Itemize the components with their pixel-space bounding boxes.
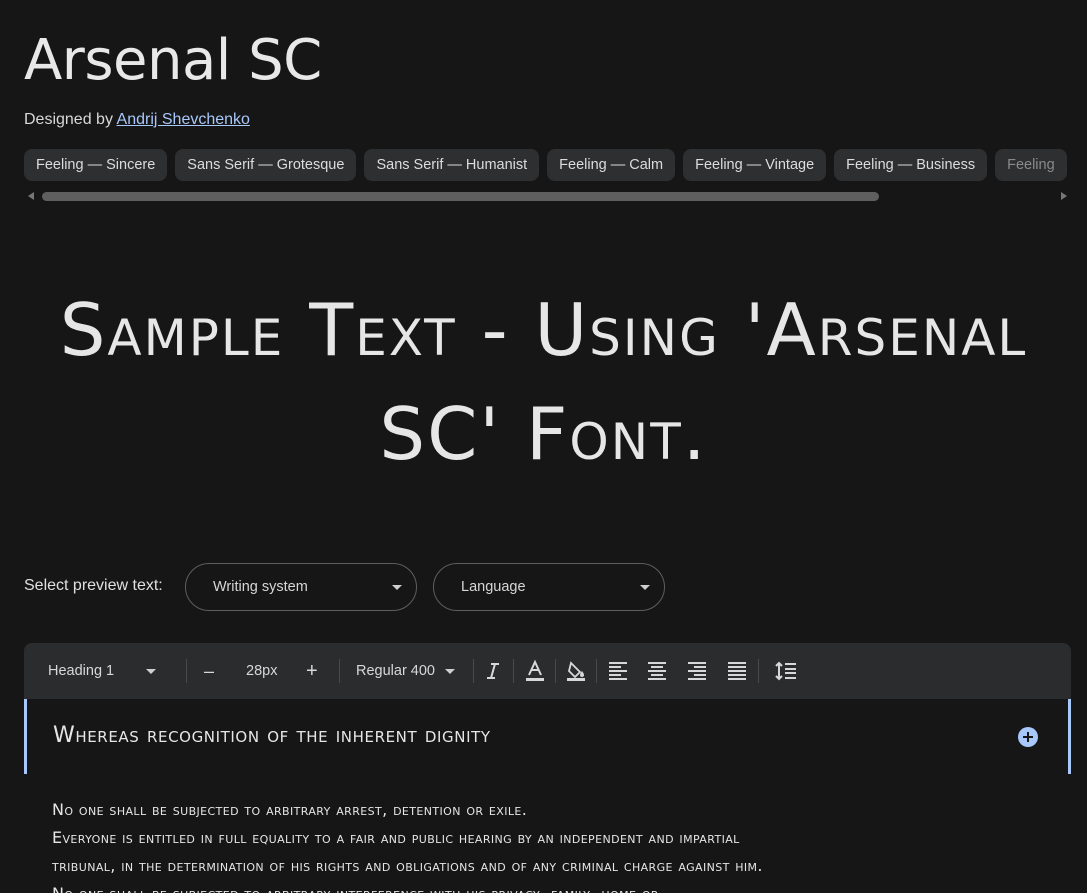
body-line: Everyone is entitled in full equality to… (52, 828, 740, 847)
chevron-down-icon (445, 668, 456, 674)
tag-chip[interactable]: Feeling (995, 149, 1067, 181)
toolbar-divider (339, 659, 340, 683)
scroll-left-arrow-icon[interactable] (28, 192, 34, 200)
language-value: Language (461, 579, 526, 595)
align-justify-icon[interactable] (725, 659, 749, 683)
tag-chip[interactable]: Sans Serif — Humanist (364, 149, 540, 181)
weight-value: Regular 400 (356, 663, 435, 679)
style-dropdown[interactable]: Heading 1 (48, 643, 157, 699)
line-height-icon[interactable] (774, 659, 798, 683)
writing-system-select[interactable]: Writing system (185, 563, 417, 611)
tag-chip[interactable]: Feeling — Sincere (24, 149, 168, 181)
font-size-value[interactable]: 28px (246, 643, 277, 699)
toolbar-divider (473, 659, 474, 683)
designer-line: Designed by Andrij Shevchenko (24, 111, 250, 129)
chevron-down-icon (640, 585, 650, 590)
toolbar-divider (186, 659, 187, 683)
editor-body-text[interactable]: No one shall be subjected to arbitrary a… (52, 796, 1052, 893)
tag-list: Feeling — Sincere Sans Serif — Grotesque S… (24, 149, 1071, 182)
body-line: No one shall be subjected to arbitrary a… (52, 800, 528, 819)
preview-text-label: Select preview text: (24, 577, 163, 594)
toolbar-divider (513, 659, 514, 683)
scroll-right-arrow-icon[interactable] (1061, 192, 1067, 200)
body-line: No one shall be subjected to arbitrary i… (52, 880, 1052, 893)
text-color-icon[interactable] (523, 659, 547, 683)
add-circle-icon[interactable] (1018, 727, 1038, 747)
tag-chip[interactable]: Feeling — Vintage (683, 149, 827, 181)
tags-scrollbar[interactable] (24, 191, 1071, 202)
align-right-icon[interactable] (685, 659, 709, 683)
editor-heading-row[interactable]: Whereas recognition of the inherent dign… (24, 699, 1071, 774)
italic-icon[interactable] (481, 659, 505, 683)
tag-chip[interactable]: Sans Serif — Grotesque (175, 149, 357, 181)
scrollbar-thumb[interactable] (42, 192, 879, 201)
chevron-down-icon (392, 585, 402, 590)
toolbar-divider (758, 659, 759, 683)
align-center-icon[interactable] (645, 659, 669, 683)
writing-system-value: Writing system (213, 579, 308, 595)
language-select[interactable]: Language (433, 563, 665, 611)
body-line: tribunal, in the determination of his ri… (52, 856, 763, 875)
toolbar-divider (596, 659, 597, 683)
chevron-down-icon (146, 668, 157, 674)
highlight-color-icon[interactable] (564, 659, 588, 683)
designed-by-label: Designed by (24, 111, 113, 128)
editor-heading-text[interactable]: Whereas recognition of the inherent dign… (53, 723, 491, 748)
text-toolbar: Heading 1 – 28px + Regular 400 (24, 643, 1071, 699)
font-title: Arsenal SC (24, 28, 322, 93)
sample-text-preview: Sample Text - Using 'Arsenal SC' Font. (59, 288, 1028, 476)
tag-chip[interactable]: Feeling — Calm (547, 149, 676, 181)
style-value: Heading 1 (48, 663, 115, 679)
tag-chip[interactable]: Feeling — Business (834, 149, 988, 181)
increase-size-button[interactable]: + (306, 643, 318, 699)
align-left-icon[interactable] (606, 659, 630, 683)
decrease-size-button[interactable]: – (204, 643, 214, 699)
designer-link[interactable]: Andrij Shevchenko (117, 111, 250, 128)
weight-dropdown[interactable]: Regular 400 (356, 643, 456, 699)
toolbar-divider (555, 659, 556, 683)
